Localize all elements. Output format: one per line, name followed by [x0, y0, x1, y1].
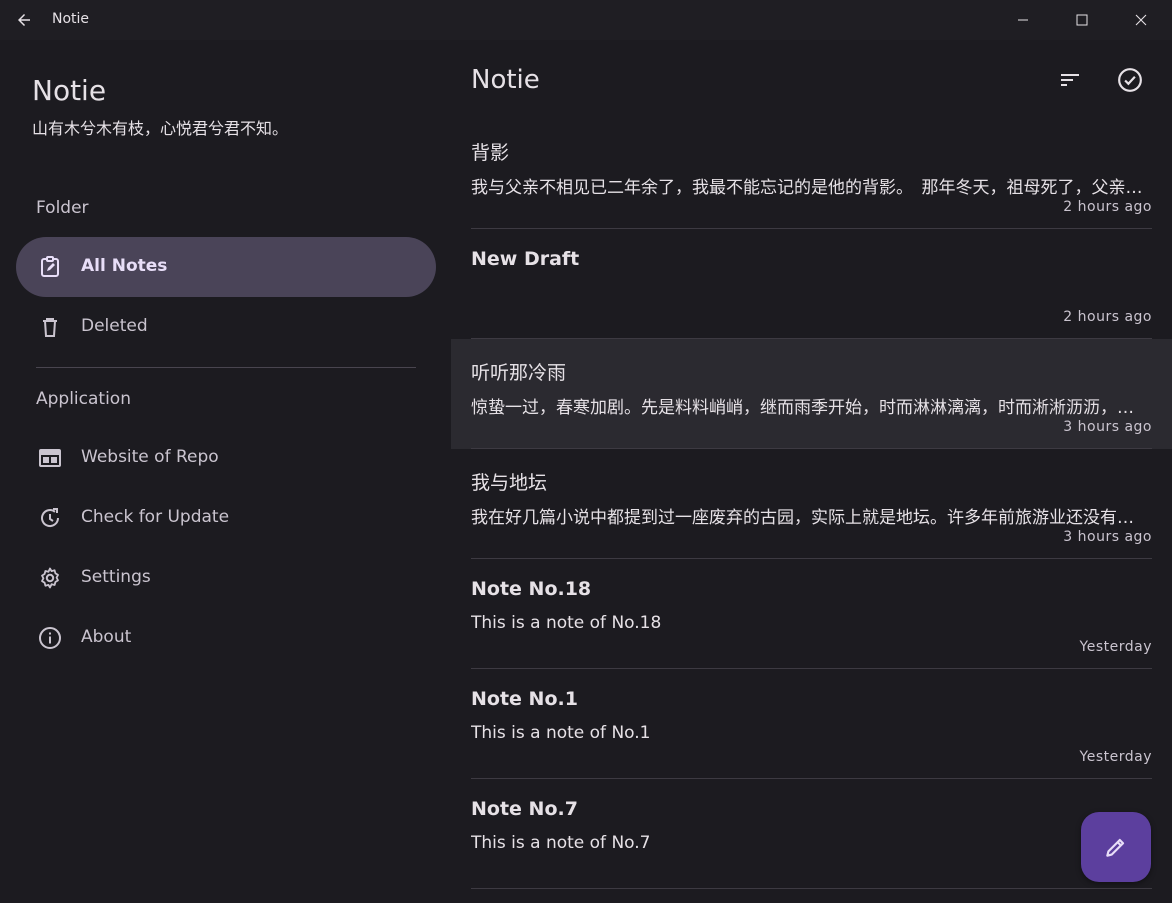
note-item[interactable]: Note No.7 This is a note of No.7	[451, 779, 1172, 889]
maximize-icon	[1076, 14, 1088, 26]
note-title: 背影	[471, 142, 510, 164]
window-title: Notie	[52, 11, 90, 27]
note-preview: 我在好几篇小说中都提到过一座废弃的古园，实际上就是地坛。许多年前旅游业还没有开展…	[471, 508, 1147, 528]
gear-icon	[38, 566, 62, 590]
minimize-button[interactable]	[994, 0, 1052, 40]
note-item[interactable]: Note No.18 This is a note of No.18 Yeste…	[451, 559, 1172, 669]
note-preview: 我与父亲不相见已二年余了，我最不能忘记的是他的背影。 那年冬天，祖母死了，父亲的…	[471, 178, 1147, 198]
note-preview: This is a note of No.7	[471, 833, 651, 853]
sidebar-item-label: Check for Update	[81, 507, 230, 527]
note-title: 听听那冷雨	[471, 362, 567, 384]
maximize-button[interactable]	[1053, 0, 1111, 40]
note-item[interactable]: 背影 我与父亲不相见已二年余了，我最不能忘记的是他的背影。 那年冬天，祖母死了，…	[451, 119, 1172, 229]
web-icon	[38, 446, 62, 470]
clipboard-edit-icon	[38, 255, 62, 279]
sidebar-item-website-of-repo[interactable]: Website of Repo	[16, 428, 436, 488]
sidebar-item-check-for-update[interactable]: Check for Update	[16, 488, 436, 548]
sidebar-item-label: About	[81, 627, 132, 647]
sidebar-item-about[interactable]: About	[16, 608, 436, 668]
note-timestamp: 3 hours ago	[1063, 529, 1152, 545]
update-icon	[38, 506, 62, 530]
note-timestamp: 2 hours ago	[1063, 309, 1152, 325]
sidebar-item-settings[interactable]: Settings	[16, 548, 436, 608]
sidebar-item-deleted[interactable]: Deleted	[16, 297, 436, 357]
note-title: Note No.18	[471, 578, 592, 600]
note-item[interactable]: 我与地坛 我在好几篇小说中都提到过一座废弃的古园，实际上就是地坛。许多年前旅游业…	[451, 449, 1172, 559]
note-timestamp: 3 hours ago	[1063, 419, 1152, 435]
folder-section-label: Folder	[36, 198, 89, 218]
check-circle-icon	[1117, 67, 1143, 93]
note-timestamp: 2 hours ago	[1063, 199, 1152, 215]
new-note-button[interactable]	[1081, 812, 1151, 882]
arrow-left-icon	[15, 11, 33, 29]
app-window: Notie Notie 山有木兮木有枝，心悦君兮君不知。 Folder All …	[0, 0, 1172, 903]
minimize-icon	[1017, 14, 1029, 26]
sidebar: Notie 山有木兮木有枝，心悦君兮君不知。 Folder All Notes	[0, 40, 451, 903]
note-preview: This is a note of No.18	[471, 613, 662, 633]
note-title: Note No.1	[471, 688, 578, 710]
sidebar-item-label: Deleted	[81, 316, 148, 336]
app-subtitle: 山有木兮木有枝，心悦君兮君不知。	[32, 119, 289, 138]
trash-icon	[38, 315, 62, 339]
pencil-icon	[1103, 834, 1129, 860]
sidebar-item-all-notes[interactable]: All Notes	[16, 237, 436, 297]
note-timestamp: Yesterday	[1079, 639, 1152, 655]
notes-panel: Notie 背影 我与父亲不相见已二年余了，我最不能忘记的是他的背影。 那年冬天…	[451, 40, 1172, 903]
sort-icon	[1058, 68, 1082, 92]
title-bar: Notie	[0, 0, 1172, 40]
note-item[interactable]: 听听那冷雨 惊蛰一过，春寒加剧。先是料料峭峭，继而雨季开始，时而淋淋漓漓，时而淅…	[451, 339, 1172, 449]
close-button[interactable]	[1112, 0, 1170, 40]
note-title: New Draft	[471, 248, 580, 270]
note-title: 我与地坛	[471, 472, 548, 494]
note-title: Note No.7	[471, 798, 578, 820]
sidebar-item-label: Website of Repo	[81, 447, 219, 467]
note-preview: 惊蛰一过，春寒加剧。先是料料峭峭，继而雨季开始，时而淋淋漓漓，时而淅淅沥沥，天潮…	[471, 398, 1147, 418]
info-icon	[38, 626, 62, 650]
back-button[interactable]	[12, 8, 36, 32]
sidebar-divider	[36, 367, 416, 368]
note-item[interactable]: Note No.1 This is a note of No.1 Yesterd…	[451, 669, 1172, 779]
app-name: Notie	[32, 74, 107, 107]
sidebar-item-label: Settings	[81, 567, 151, 587]
page-title: Notie	[471, 65, 540, 95]
application-section-label: Application	[36, 389, 131, 409]
note-item[interactable]: New Draft 2 hours ago	[451, 229, 1172, 339]
note-preview: This is a note of No.1	[471, 723, 651, 743]
sort-button[interactable]	[1052, 62, 1088, 98]
select-mode-button[interactable]	[1112, 62, 1148, 98]
note-timestamp: Yesterday	[1079, 749, 1152, 765]
close-icon	[1135, 14, 1147, 26]
note-divider	[471, 888, 1152, 889]
sidebar-item-label: All Notes	[81, 256, 168, 276]
